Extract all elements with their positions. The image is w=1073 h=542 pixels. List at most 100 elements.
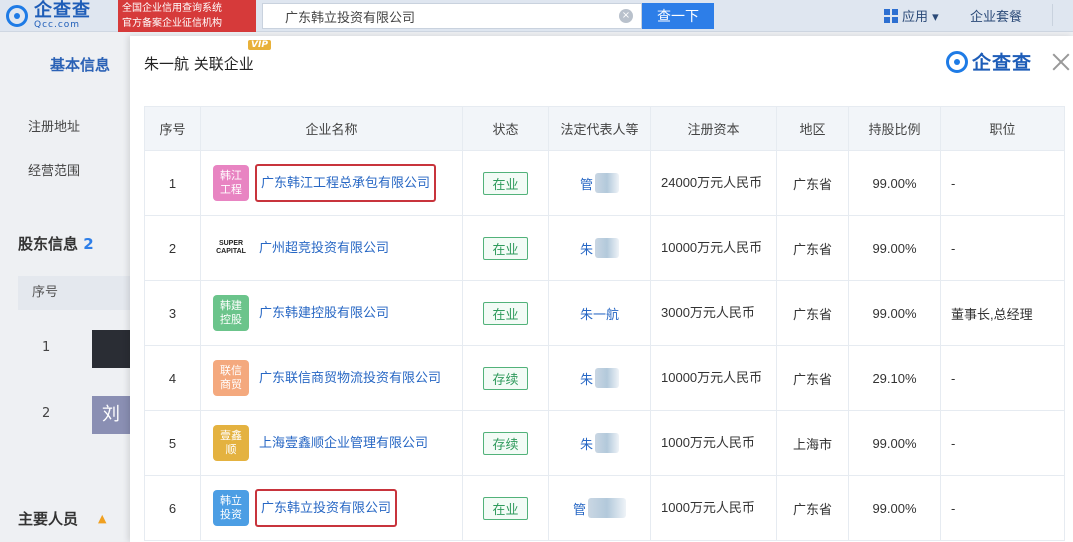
related-companies-modal: 朱一航 关联企业 VIP 企查查 序号 企业名称 状态 法定代表人等 注册资本 地区 持股比… — [130, 36, 1073, 542]
col-ratio-header: 持股比例 — [848, 106, 941, 151]
grid-icon — [884, 8, 898, 23]
row-seq: 3 — [144, 280, 201, 346]
status-badge: 存续 — [483, 366, 528, 390]
legal-rep-name: 朱 — [579, 241, 593, 257]
row-company-cell: 韩江工程 广东韩江工程总承包有限公司 — [200, 150, 463, 216]
status-badge: 在业 — [483, 171, 528, 195]
row-company-cell: SUPER CAPITAL 广州超竞投资有限公司 — [200, 215, 463, 281]
redacted-mosaic — [595, 368, 619, 388]
legal-rep-name: 朱 — [579, 371, 593, 387]
table-row[interactable]: 5 壹鑫顺 上海壹鑫顺企业管理有限公司 存续朱 1000万元人民币 上海市 99.00% - — [144, 410, 1065, 476]
company-name-link[interactable]: 广东韩建控股有限公司 — [259, 302, 389, 324]
company-name-link[interactable]: 广州超竞投资有限公司 — [259, 237, 389, 259]
row-seq: 5 — [144, 410, 201, 476]
avatar[interactable] — [92, 330, 130, 368]
row-seq: 6 — [144, 475, 201, 541]
company-name-link[interactable]: 广东韩江工程总承包有限公司 — [255, 164, 437, 202]
row-capital: 10000万元人民币 — [650, 215, 777, 281]
row-position: - — [940, 410, 1065, 476]
logo-cn-text: 企查查 — [34, 0, 91, 21]
legal-rep-link[interactable]: 朱 — [580, 433, 619, 453]
shareholder-seq-header: 序号 — [18, 276, 130, 310]
redacted-mosaic — [595, 173, 619, 193]
shareholder-title-text: 股东信息 — [18, 235, 79, 253]
key-personnel-title: 主要人员 — [18, 510, 79, 528]
company-logo-icon[interactable]: 联信商贸 — [213, 360, 249, 396]
modal-title: 朱一航 关联企业 — [144, 55, 254, 73]
legal-rep-link[interactable]: 朱一航 — [580, 304, 619, 323]
app-menu[interactable]: 应用 ▾ — [884, 6, 939, 25]
row-position: 董事长,总经理 — [940, 280, 1065, 346]
row-legal-cell: 朱 — [548, 345, 651, 411]
promo-banner[interactable]: 全国企业信用查询系统 官方备案企业征信机构 — [118, 0, 256, 32]
company-name-link[interactable]: 广东联信商贸物流投资有限公司 — [259, 367, 441, 389]
legal-rep-link[interactable]: 管 — [573, 498, 626, 518]
col-capital-header: 注册资本 — [650, 106, 777, 151]
row-region: 广东省 — [776, 475, 849, 541]
row-position: - — [940, 150, 1065, 216]
status-badge: 存续 — [483, 431, 528, 455]
legal-rep-name: 管 — [572, 501, 586, 517]
legal-rep-name: 朱一航 — [579, 306, 619, 322]
company-name-link[interactable]: 广东韩立投资有限公司 — [255, 489, 398, 527]
row-status-cell: 存续 — [462, 345, 549, 411]
row-region: 上海市 — [776, 410, 849, 476]
legal-rep-name: 管 — [579, 176, 593, 192]
related-companies-table: 序号 企业名称 状态 法定代表人等 注册资本 地区 持股比例 职位 1 韩江工程 广东韩江工程总承… — [144, 106, 1065, 541]
row-ratio: 29.10% — [848, 345, 941, 411]
reg-address-label: 注册地址 — [28, 120, 81, 135]
promo-line-1: 全国企业信用查询系统 — [122, 3, 222, 14]
row-position: - — [940, 345, 1065, 411]
table-row[interactable]: 1 韩江工程 广东韩江工程总承包有限公司 在业管 24000万元人民币 广东省 99.00%… — [144, 150, 1065, 216]
company-logo-icon[interactable]: 韩立投资 — [213, 490, 249, 526]
shareholder-section-title: 股东信息 2 — [18, 233, 94, 254]
search-input[interactable] — [263, 4, 603, 28]
site-logo[interactable]: 企查查 Qcc.com — [6, 2, 91, 30]
row-company-cell: 韩立投资 广东韩立投资有限公司 — [200, 475, 463, 541]
status-badge: 在业 — [483, 496, 528, 520]
status-badge: 在业 — [483, 301, 528, 325]
company-name-link[interactable]: 上海壹鑫顺企业管理有限公司 — [259, 432, 428, 454]
qcc-logo-icon — [6, 5, 28, 27]
clear-icon[interactable]: × — [619, 9, 633, 23]
table-row[interactable]: 3 韩建控股 广东韩建控股有限公司 在业 朱一航 3000万元人民币 广东省 99.00% 董事… — [144, 280, 1065, 346]
legal-rep-link[interactable]: 朱 — [580, 368, 619, 388]
col-legal-rep-header: 法定代表人等 — [548, 106, 651, 151]
row-capital: 10000万元人民币 — [650, 345, 777, 411]
legal-rep-name: 朱 — [579, 436, 593, 452]
row-ratio: 99.00% — [848, 150, 941, 216]
promo-line-2: 官方备案企业征信机构 — [122, 18, 222, 29]
shareholder-row-1-num: 1 — [42, 340, 51, 355]
avatar[interactable]: 刘 — [92, 396, 130, 434]
row-legal-cell: 朱 — [548, 215, 651, 281]
row-status-cell: 存续 — [462, 410, 549, 476]
row-region: 广东省 — [776, 215, 849, 281]
row-seq: 2 — [144, 215, 201, 281]
enterprise-package-link[interactable]: 企业套餐 — [970, 6, 1022, 25]
row-legal-cell: 管 — [548, 475, 651, 541]
row-company-cell: 联信商贸 广东联信商贸物流投资有限公司 — [200, 345, 463, 411]
legal-rep-link[interactable]: 朱 — [580, 238, 619, 258]
row-status-cell: 在业 — [462, 280, 549, 346]
company-logo-icon[interactable]: 壹鑫顺 — [213, 425, 249, 461]
company-logo-icon[interactable]: 韩建控股 — [213, 295, 249, 331]
close-icon[interactable] — [1050, 51, 1072, 73]
tab-basic-info[interactable]: 基本信息 — [50, 54, 110, 75]
row-capital: 1000万元人民币 — [650, 475, 777, 541]
row-region: 广东省 — [776, 280, 849, 346]
table-row[interactable]: 6 韩立投资 广东韩立投资有限公司 在业管 1000万元人民币 广东省 99.00% - — [144, 475, 1065, 541]
table-row[interactable]: 4 联信商贸 广东联信商贸物流投资有限公司 存续朱 10000万元人民币 广东省 29.10… — [144, 345, 1065, 411]
company-logo-icon[interactable]: 韩江工程 — [213, 165, 249, 201]
warning-icon: ▲ — [98, 512, 107, 525]
row-legal-cell: 朱 — [548, 410, 651, 476]
modal-logo: 企查查 — [946, 48, 1032, 75]
legal-rep-link[interactable]: 管 — [580, 173, 619, 193]
row-status-cell: 在业 — [462, 150, 549, 216]
col-seq-header: 序号 — [144, 106, 201, 151]
search-button[interactable]: 查一下 — [642, 3, 714, 29]
table-row[interactable]: 2 SUPER CAPITAL 广州超竞投资有限公司 在业 朱 10000万元人民币 广东省… — [144, 215, 1065, 281]
logo-en-text: Qcc.com — [34, 20, 81, 30]
status-badge: 在业 — [483, 236, 528, 260]
shareholder-count: 2 — [83, 235, 94, 253]
company-logo-icon[interactable]: SUPER CAPITAL — [213, 230, 249, 266]
